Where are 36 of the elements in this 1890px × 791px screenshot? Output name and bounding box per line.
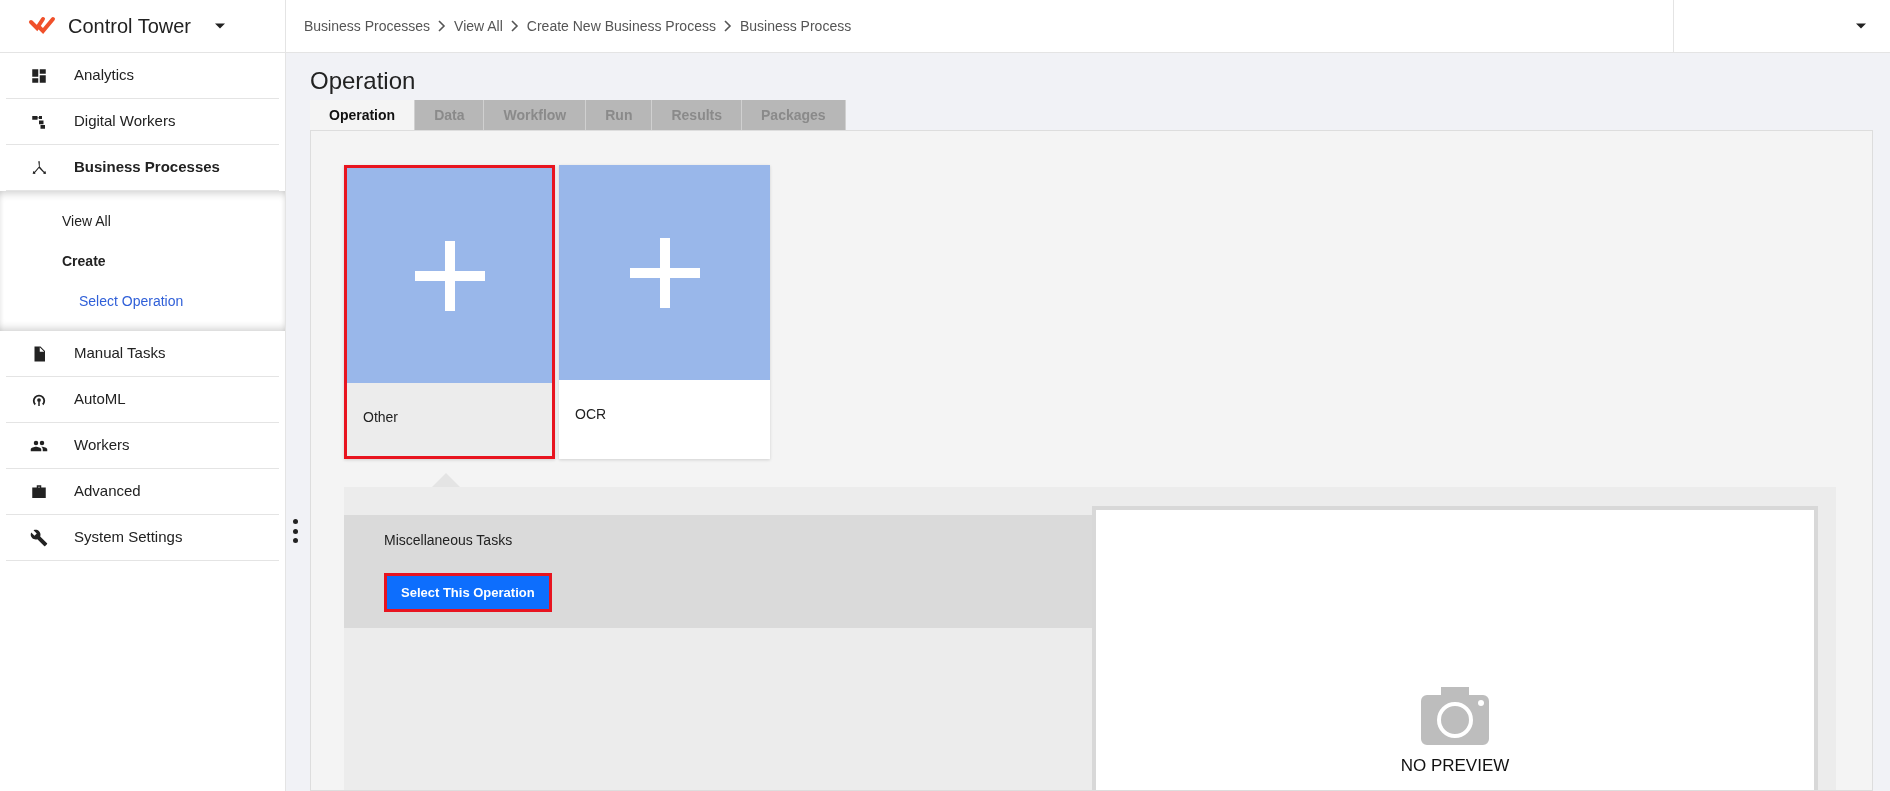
- breadcrumb-link[interactable]: Create New Business Process: [526, 15, 716, 37]
- sidebar-item[interactable]: Workers: [74, 434, 130, 457]
- sidebar-item[interactable]: Advanced: [74, 480, 141, 503]
- chevron-right-icon: [510, 20, 519, 32]
- operation-card[interactable]: Other: [344, 165, 555, 459]
- wrench-icon: [30, 528, 48, 547]
- sidebar-item[interactable]: System Settings: [74, 526, 183, 549]
- submenu-item[interactable]: View All: [62, 210, 111, 232]
- caret-icon[interactable]: [215, 23, 226, 29]
- brand-name: Control Tower: [68, 14, 192, 39]
- select-operation-button[interactable]: Select This Operation: [384, 573, 552, 612]
- sidebar-item[interactable]: Business Processes: [74, 156, 220, 179]
- camera-icon: [1421, 686, 1489, 745]
- submenu-item[interactable]: Create: [62, 250, 106, 272]
- sidebar-item[interactable]: AutoML: [74, 388, 126, 411]
- sidebar-item[interactable]: Digital Workers: [74, 110, 176, 133]
- details-title: Miscellaneous Tasks: [384, 531, 513, 550]
- breadcrumb-link[interactable]: View All: [454, 15, 503, 37]
- chevron-right-icon: [438, 20, 447, 32]
- logo-icon: [28, 16, 56, 36]
- chevron-right-icon: [723, 20, 732, 32]
- breadcrumb-link[interactable]: Business Processes: [304, 15, 431, 37]
- briefcase-icon: [30, 482, 48, 501]
- page-title: Operation: [310, 67, 417, 95]
- operation-card[interactable]: OCR: [559, 165, 770, 459]
- caret-icon[interactable]: [1856, 23, 1866, 29]
- dashboard-icon: [30, 66, 48, 85]
- sidebar-item[interactable]: Analytics: [74, 64, 135, 87]
- plus-icon: [629, 237, 700, 308]
- submenu-item[interactable]: Select Operation: [79, 290, 184, 312]
- breadcrumb-link[interactable]: Business Process: [739, 15, 852, 37]
- branch-icon: [30, 158, 48, 177]
- sidebar-item[interactable]: Manual Tasks: [74, 342, 166, 365]
- plus-icon: [414, 240, 485, 311]
- more-options-icon[interactable]: [292, 519, 298, 543]
- no-preview-label: NO PREVIEW: [1400, 754, 1510, 777]
